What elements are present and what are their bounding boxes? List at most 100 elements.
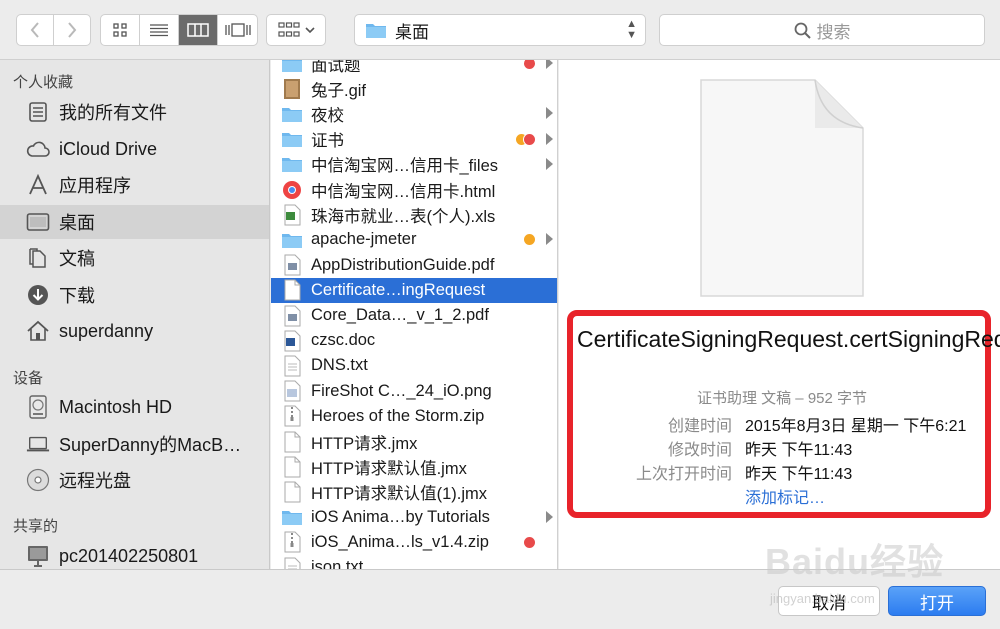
tag-dots: [523, 60, 536, 70]
location-selector[interactable]: 桌面 ▲ ▼: [354, 14, 646, 46]
column-view-button[interactable]: [179, 15, 218, 45]
folder-icon: [281, 229, 303, 251]
document-icon: [281, 456, 303, 478]
file-row[interactable]: 珠海市就业…表(个人).xls: [271, 202, 557, 227]
icon-view-button[interactable]: [101, 15, 140, 45]
sidebar-item-documents[interactable]: 文稿: [0, 241, 269, 275]
document-icon: [281, 481, 303, 503]
zip-icon: [281, 531, 303, 553]
preview-key: 创建时间: [667, 418, 732, 435]
file-row[interactable]: HTTP请求默认值(1).jmx: [271, 479, 557, 504]
hard-disk-icon: [26, 395, 50, 419]
sidebar-item-remote-disc[interactable]: 远程光盘: [0, 463, 269, 497]
tag-dots: [515, 132, 536, 146]
file-name: HTTP请求默认值.jmx: [311, 459, 467, 478]
search-field[interactable]: 搜索: [659, 14, 985, 46]
file-row[interactable]: 面试题: [271, 60, 557, 76]
open-button[interactable]: 打开: [888, 586, 986, 616]
sidebar: 个人收藏 我的所有文件 iCloud Drive 应用程序 桌面 文稿 下载 s…: [0, 60, 270, 569]
sidebar-item-label: 下载: [59, 286, 95, 306]
folder-icon: [366, 24, 386, 38]
document-icon: [281, 431, 303, 453]
file-row[interactable]: 中信淘宝网…信用卡_files: [271, 152, 557, 177]
file-row[interactable]: czsc.doc: [271, 328, 557, 353]
sidebar-item-desktop[interactable]: 桌面: [0, 205, 269, 239]
file-name: json.txt: [311, 558, 364, 569]
file-row[interactable]: Core_Data…_v_1_2.pdf: [271, 303, 557, 328]
updown-arrows-icon: ▲ ▼: [626, 18, 637, 41]
columns-icon: [187, 23, 209, 37]
file-name: Certificate…ingRequest: [311, 280, 486, 299]
file-row[interactable]: DNS.txt: [271, 353, 557, 378]
sidebar-item-label: 远程光盘: [59, 471, 131, 491]
arrange-grid-icon: [277, 22, 300, 37]
add-tags-link[interactable]: 添加标记…: [745, 484, 825, 508]
back-button[interactable]: [16, 14, 54, 46]
preview-key: 修改时间: [667, 442, 732, 459]
file-name: Heroes of the Storm.zip: [311, 406, 485, 425]
cover-flow-icon: [224, 23, 251, 37]
file-row[interactable]: 中信淘宝网…信用卡.html: [271, 177, 557, 202]
file-row[interactable]: iOS Anima…by Tutorials: [271, 505, 557, 530]
file-name: AppDistributionGuide.pdf: [311, 255, 495, 274]
file-row[interactable]: 夜校: [271, 101, 557, 126]
chevron-left-icon: [30, 22, 39, 38]
chevron-down-icon: [304, 27, 315, 34]
disclosure-arrow-icon: [546, 510, 553, 523]
file-name: iOS Anima…by Tutorials: [311, 507, 490, 526]
sidebar-item-downloads[interactable]: 下载: [0, 278, 269, 312]
grid-icon: [113, 23, 127, 37]
sidebar-item-home[interactable]: superdanny: [0, 314, 269, 348]
sidebar-item-macbook[interactable]: SuperDanny的MacB…: [0, 427, 269, 461]
list-view-button[interactable]: [140, 15, 179, 45]
folder-icon: [281, 506, 303, 528]
disclosure-arrow-icon: [546, 157, 553, 170]
sidebar-item-shared-pc[interactable]: pc201402250801: [0, 539, 269, 569]
preview-file-name: CertificateSigningRequest.certSigningReq…: [577, 326, 1000, 352]
disclosure-arrow-icon: [546, 60, 553, 69]
sidebar-section-devices: 设备: [13, 370, 44, 387]
arrange-button[interactable]: [266, 14, 326, 46]
list-icon: [150, 24, 168, 37]
sidebar-item-label: 文稿: [59, 249, 95, 269]
zip-icon: [281, 405, 303, 427]
forward-button[interactable]: [53, 14, 91, 46]
search-icon: [794, 22, 811, 39]
folder-icon: [281, 128, 303, 150]
preview-row-modified: 修改时间 昨天 下午11:43: [559, 436, 1000, 460]
file-row[interactable]: AppDistributionGuide.pdf: [271, 253, 557, 278]
pdf-icon: [281, 305, 303, 327]
file-row[interactable]: FireShot C…_24_iO.png: [271, 379, 557, 404]
file-row[interactable]: Heroes of the Storm.zip: [271, 404, 557, 429]
text-file-icon: [281, 355, 303, 377]
disclosure-arrow-icon: [546, 132, 553, 145]
file-row[interactable]: 兔子.gif: [271, 76, 557, 101]
sidebar-section-favorites: 个人收藏: [13, 74, 74, 91]
file-row[interactable]: HTTP请求默认值.jmx: [271, 454, 557, 479]
file-name: 兔子.gif: [311, 81, 367, 100]
sidebar-item-all-files[interactable]: 我的所有文件: [0, 95, 269, 129]
sidebar-item-icloud-drive[interactable]: iCloud Drive: [0, 132, 269, 166]
sidebar-item-label: 我的所有文件: [59, 103, 167, 123]
sidebar-section-shared: 共享的: [13, 518, 59, 535]
file-row[interactable]: apache-jmeter: [271, 227, 557, 252]
watermark-url: jingyan.baidu.com: [770, 591, 875, 606]
file-list: 面试题兔子.gif 夜校 证书 中信淘宝网…信用卡_files 中信淘宝网…信用卡.ht…: [271, 60, 558, 569]
home-icon: [26, 319, 50, 343]
document-icon: [281, 279, 303, 301]
file-row[interactable]: iOS_Anima…ls_v1.4.zip: [271, 530, 557, 555]
file-name: HTTP请求默认值(1).jmx: [311, 484, 487, 503]
sidebar-item-applications[interactable]: 应用程序: [0, 168, 269, 202]
file-name: 珠海市就业…表(个人).xls: [311, 207, 496, 226]
file-row[interactable]: Certificate…ingRequest: [271, 277, 557, 303]
cover-flow-view-button[interactable]: [218, 15, 257, 45]
file-row[interactable]: json.txt: [271, 555, 557, 569]
pdf-icon: [281, 254, 303, 276]
file-row[interactable]: 证书: [271, 127, 557, 152]
file-row[interactable]: HTTP请求.jmx: [271, 429, 557, 454]
file-name: 面试题: [311, 60, 361, 75]
desktop-icon: [26, 210, 50, 234]
location-label: 桌面: [395, 22, 429, 42]
image-file-icon: [281, 380, 303, 402]
sidebar-item-macintosh-hd[interactable]: Macintosh HD: [0, 390, 269, 424]
